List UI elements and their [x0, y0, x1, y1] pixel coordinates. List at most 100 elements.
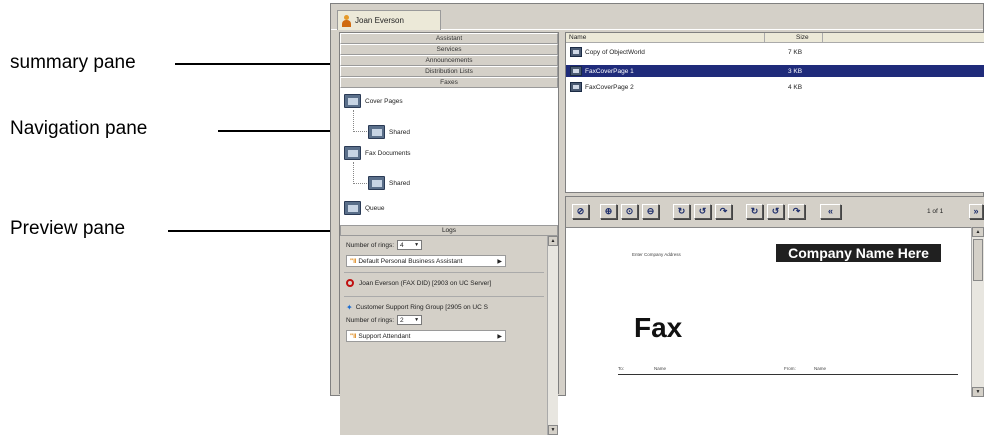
- nav-button-assistant[interactable]: Assistant: [340, 33, 558, 44]
- rings-row-2: Number of rings: 2 ▼: [346, 315, 423, 325]
- assistant-select-1[interactable]: "ǁ Default Personal Business Assistant ▶: [346, 255, 506, 267]
- tree-item-label: Queue: [365, 204, 385, 212]
- tree-item-queue[interactable]: Queue: [344, 201, 385, 215]
- zoom-in-icon[interactable]: ⊕: [600, 204, 617, 219]
- tree-item-label: Cover Pages: [365, 97, 403, 105]
- tree-item-cover-shared[interactable]: Shared: [368, 125, 410, 139]
- fax-folder-icon: [344, 201, 361, 215]
- file-name: Copy of ObjectWorld: [585, 48, 645, 56]
- zoom-out-icon[interactable]: ⊖: [642, 204, 659, 219]
- navigation-pane: Assistant Services Announcements Distrib…: [339, 32, 559, 435]
- file-row[interactable]: Copy of ObjectWorld 7 KB: [566, 46, 984, 58]
- fax-document-icon: [570, 66, 582, 76]
- assistant-row-1: "ǁ Default Personal Business Assistant ▶: [346, 255, 506, 267]
- tree-item-fax-shared[interactable]: Shared: [368, 176, 410, 190]
- scroll-thumb[interactable]: [973, 239, 983, 281]
- scroll-down-icon[interactable]: ▼: [548, 425, 558, 435]
- file-name: FaxCoverPage 2: [585, 83, 634, 91]
- tree-item-label: Fax Documents: [365, 149, 411, 157]
- file-name: FaxCoverPage 1: [585, 67, 634, 75]
- rotate-page-right-icon[interactable]: ↻: [746, 204, 763, 219]
- flag-icon: "ǁ: [350, 257, 357, 265]
- divider: [344, 296, 544, 297]
- chevron-right-icon: ▶: [497, 333, 502, 340]
- navigation-pane-callout: Navigation pane: [10, 118, 148, 139]
- fax-folder-icon: [344, 146, 361, 160]
- rotate-page-left-icon[interactable]: ↺: [767, 204, 784, 219]
- fax-folder-tree: Cover Pages Shared Fax Documents Shared …: [340, 88, 558, 225]
- summary-pane: Name Size Copy of ObjectWorld 7 KB FaxCo…: [565, 32, 984, 193]
- chevron-down-icon: ▼: [414, 242, 420, 248]
- preview-pane: ⊘ ⊕ ⊙ ⊖ ↻ ↺ ↷ ↻ ↺ ↷ « 1 of 1 » Enter Com…: [565, 196, 984, 397]
- column-divider[interactable]: [764, 33, 765, 43]
- tree-item-fax-documents[interactable]: Fax Documents: [344, 146, 411, 160]
- rings-row-1: Number of rings: 4 ▼: [346, 240, 423, 250]
- field-from: From:: [784, 366, 796, 371]
- field-from-name: Name: [814, 366, 827, 371]
- user-tab[interactable]: Joan Everson: [337, 10, 441, 30]
- column-header-name[interactable]: Name: [569, 34, 586, 41]
- field-to: To:: [618, 366, 625, 371]
- preview-scrollbar[interactable]: ▲ ▼: [971, 227, 984, 397]
- app-window: Joan Everson Assistant Services Announce…: [330, 3, 984, 435]
- chevron-right-icon: ▶: [497, 258, 502, 265]
- ring-group-row[interactable]: ✦ Customer Support Ring Group [2905 on U…: [346, 303, 488, 312]
- chevron-down-icon: ▼: [414, 317, 420, 323]
- summary-pane-callout: summary pane: [10, 52, 136, 73]
- user-tabstrip: Joan Everson: [331, 4, 983, 30]
- tree-connector: [353, 162, 367, 184]
- rotate-left-icon[interactable]: ↺: [694, 204, 711, 219]
- preview-pane-callout: Preview pane: [10, 218, 126, 239]
- nav-button-logs[interactable]: Logs: [340, 225, 558, 236]
- assistant-label: Default Personal Business Assistant: [358, 257, 463, 265]
- fax-folder-icon: [368, 125, 385, 139]
- file-list-header: Name Size: [566, 33, 984, 43]
- navigation-pane-leader-line: [218, 130, 344, 132]
- preview-toolbar: ⊘ ⊕ ⊙ ⊖ ↻ ↺ ↷ ↻ ↺ ↷ « 1 of 1 »: [566, 197, 984, 227]
- rings-value: 4: [400, 241, 404, 249]
- ring-group-label: Customer Support Ring Group [2905 on UC …: [355, 304, 488, 311]
- flip-icon[interactable]: ↷: [715, 204, 732, 219]
- column-divider[interactable]: [822, 33, 823, 43]
- rings-select-1[interactable]: 4 ▼: [397, 240, 423, 250]
- assistant-label: Support Attendant: [358, 332, 411, 340]
- tree-item-cover-pages[interactable]: Cover Pages: [344, 94, 403, 108]
- rings-label: Number of rings:: [346, 241, 395, 249]
- file-row-selected[interactable]: FaxCoverPage 1 3 KB: [566, 65, 984, 77]
- nav-button-faxes[interactable]: Faxes: [340, 77, 558, 88]
- first-page-icon[interactable]: «: [820, 204, 841, 219]
- next-page-icon[interactable]: »: [969, 204, 983, 219]
- column-header-size[interactable]: Size: [796, 34, 809, 41]
- tree-item-label: Shared: [389, 179, 410, 187]
- print-icon[interactable]: ⊘: [572, 204, 589, 219]
- scroll-up-icon[interactable]: ▲: [548, 236, 558, 246]
- flip-page-icon[interactable]: ↷: [788, 204, 805, 219]
- assistant-select-2[interactable]: "ǁ Support Attendant ▶: [346, 330, 506, 342]
- company-address: Enter Company Address: [632, 252, 681, 257]
- user-tab-label: Joan Everson: [355, 16, 404, 25]
- options-scrollbar[interactable]: ▲ ▼: [547, 236, 558, 435]
- fax-heading: Fax: [634, 312, 683, 343]
- fax-document-icon: [570, 47, 582, 57]
- no-entry-icon: [346, 279, 354, 287]
- nav-button-services[interactable]: Services: [340, 44, 558, 55]
- rings-select-2[interactable]: 2 ▼: [397, 315, 423, 325]
- nav-button-distribution-lists[interactable]: Distribution Lists: [340, 66, 558, 77]
- fax-preview-canvas: Enter Company Address Company Name Here …: [566, 227, 973, 397]
- did-label: Joan Everson (FAX DID) [2903 on UC Serve…: [359, 279, 492, 287]
- rotate-right-icon[interactable]: ↻: [673, 204, 690, 219]
- fax-folder-icon: [368, 176, 385, 190]
- divider: [618, 374, 958, 375]
- zoom-fit-icon[interactable]: ⊙: [621, 204, 638, 219]
- nav-button-announcements[interactable]: Announcements: [340, 55, 558, 66]
- fax-folder-icon: [344, 94, 361, 108]
- tree-item-label: Shared: [389, 128, 410, 136]
- file-row[interactable]: FaxCoverPage 2 4 KB: [566, 81, 984, 93]
- field-to-name: Name: [654, 366, 667, 371]
- scroll-up-icon[interactable]: ▲: [972, 227, 984, 237]
- company-name-banner: Company Name Here: [776, 244, 941, 262]
- file-size: 4 KB: [788, 83, 803, 91]
- did-row[interactable]: Joan Everson (FAX DID) [2903 on UC Serve…: [346, 279, 491, 287]
- flag-icon: "ǁ: [350, 332, 357, 340]
- tree-connector: [353, 110, 367, 132]
